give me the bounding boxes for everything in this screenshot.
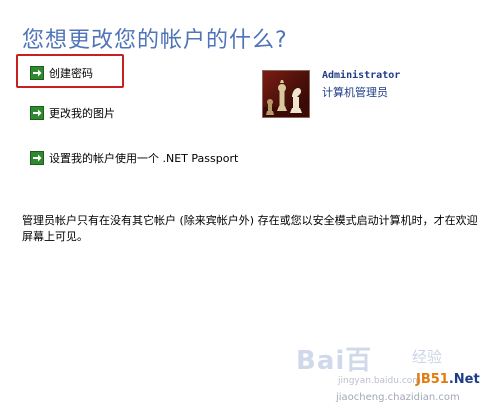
arrow-right-icon xyxy=(30,66,44,80)
description-text: 管理员帐户只有在没有其它帐户 (除来宾帐户外) 存在或您以安全模式启动计算机时，… xyxy=(22,214,478,243)
page-title: 您想更改您的帐户的什么? xyxy=(22,28,288,53)
task-create-password[interactable]: 创建密码 xyxy=(30,63,93,83)
baidu-watermark: Bai百 xyxy=(296,346,373,376)
task-label[interactable]: 创建密码 xyxy=(49,65,93,81)
account-name: Administrator xyxy=(322,70,401,81)
account-avatar xyxy=(262,70,310,118)
account-role: 计算机管理员 xyxy=(322,86,388,99)
chess-pieces-icon xyxy=(263,80,309,117)
jingyan-watermark: 经验 xyxy=(412,348,443,366)
jb51-watermark: JB51.Net xyxy=(416,372,480,387)
arrow-right-icon xyxy=(30,106,44,120)
task-label[interactable]: 设置我的帐户使用一个 .NET Passport xyxy=(49,150,238,166)
jingyan-url-watermark: jingyan.baidu.com xyxy=(338,376,422,386)
task-change-picture[interactable]: 更改我的图片 xyxy=(30,103,115,123)
user-accounts-page: 您想更改您的帐户的什么? 创建密码 更改我的图片 设置我的帐户使用一个 .NET… xyxy=(0,0,500,410)
task-label[interactable]: 更改我的图片 xyxy=(49,105,115,121)
arrow-right-icon xyxy=(30,151,44,165)
task-net-passport[interactable]: 设置我的帐户使用一个 .NET Passport xyxy=(30,148,238,168)
site-url-watermark: jiaocheng.chazidian.com xyxy=(336,392,460,403)
